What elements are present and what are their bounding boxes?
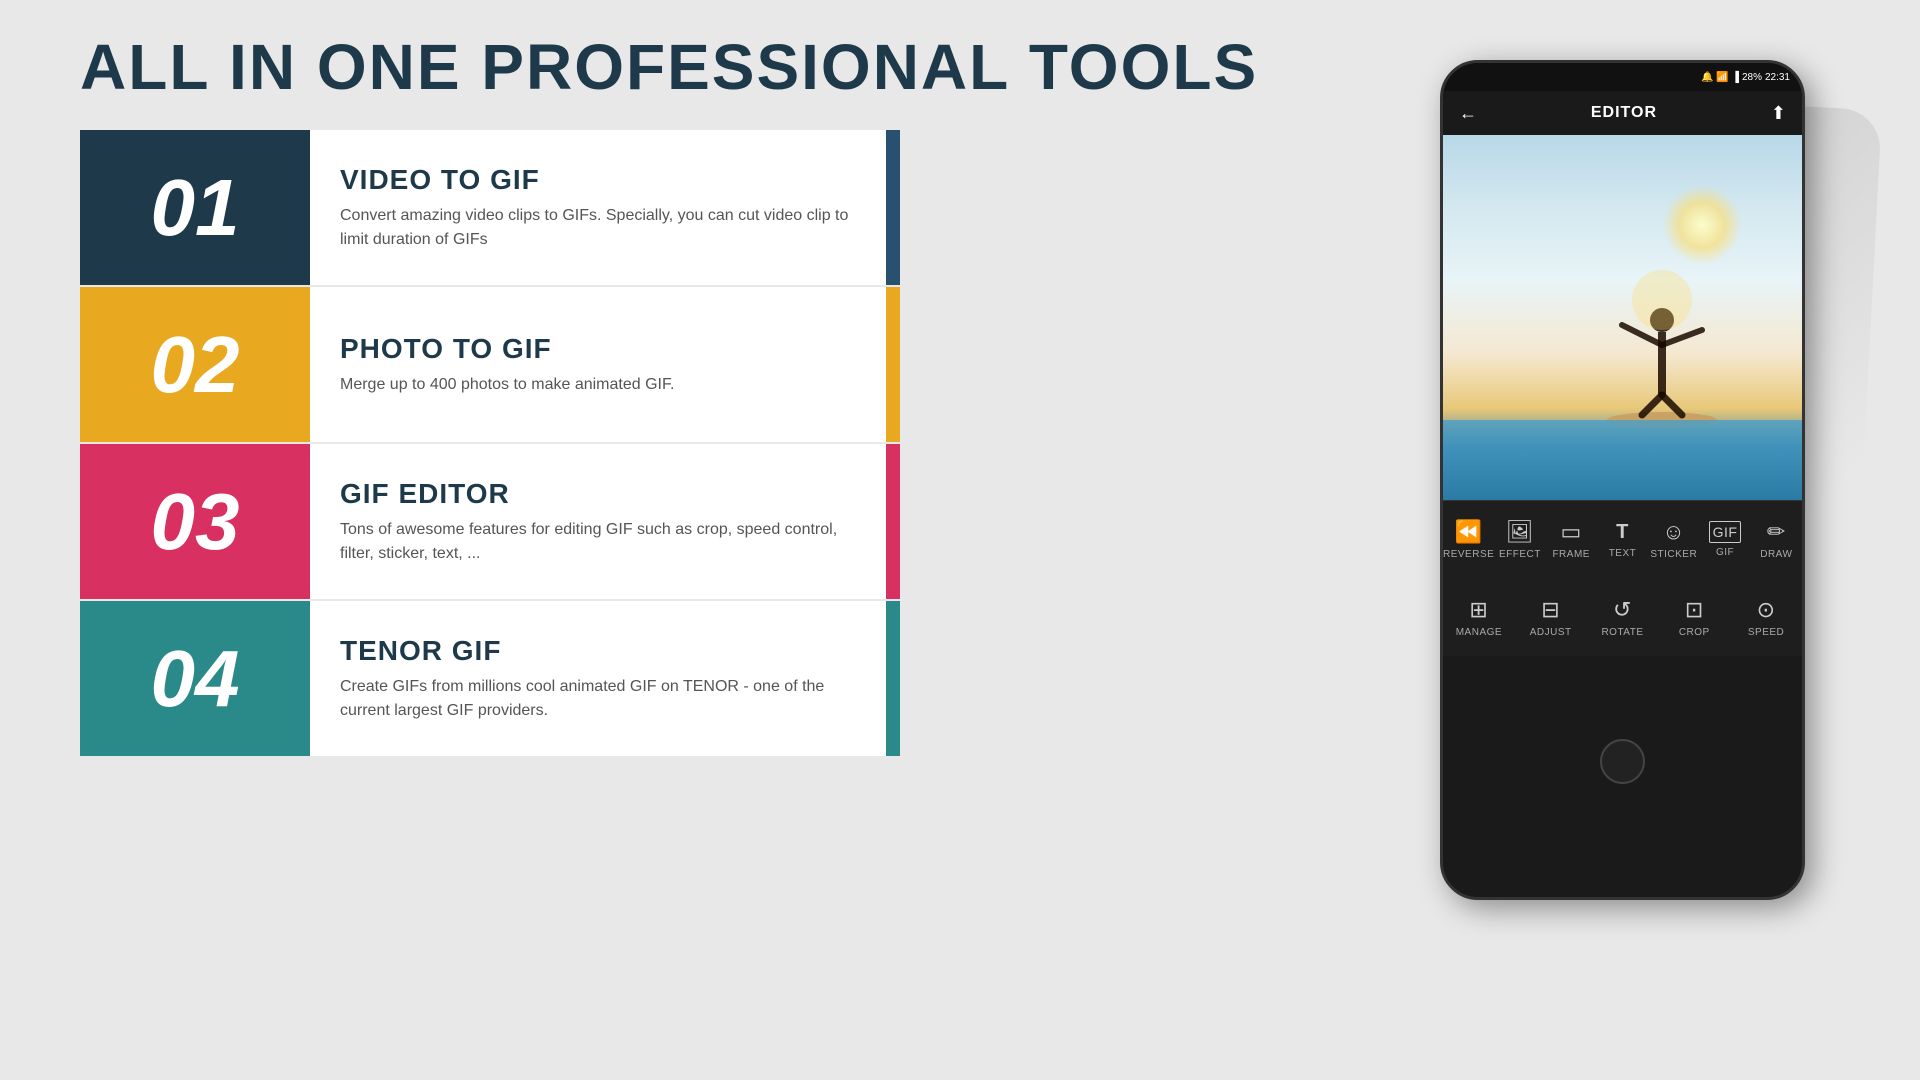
feature-number-3: 03	[151, 476, 240, 568]
manage-label: MANAGE	[1456, 627, 1502, 638]
feature-row-4: 04 TENOR GIF Create GIFs from millions c…	[80, 601, 900, 756]
toolbar-row-1: ⏪ REVERSE 🖼 EFFECT ▭ FRAME T TEXT ☺ STIC…	[1443, 500, 1802, 578]
feature-title-3: GIF EDITOR	[340, 478, 870, 510]
effect-icon: 🖼	[1506, 519, 1534, 545]
tool-reverse[interactable]: ⏪ REVERSE	[1444, 519, 1494, 560]
status-icons: 🔔 📶 ▐ 28% 22:31	[1701, 72, 1790, 83]
effect-label: EFFECT	[1499, 549, 1541, 560]
feature-title-4: TENOR GIF	[340, 635, 870, 667]
feature-number-box-4: 04	[80, 601, 310, 756]
feature-content-2: PHOTO TO GIF Merge up to 400 photos to m…	[310, 287, 900, 442]
wifi-icon: 📶	[1716, 72, 1728, 83]
manage-icon: ⊞	[1469, 597, 1488, 623]
feature-number-box-3: 03	[80, 444, 310, 599]
editor-title: EDITOR	[1591, 104, 1657, 122]
tool-gif[interactable]: GIF GIF	[1700, 521, 1750, 558]
feature-title-2: PHOTO TO GIF	[340, 333, 870, 365]
feature-content-1: VIDEO TO GIF Convert amazing video clips…	[310, 130, 900, 285]
alarm-icon: 🔔	[1701, 72, 1713, 83]
crop-label: CROP	[1679, 627, 1710, 638]
tool-manage[interactable]: ⊞ MANAGE	[1454, 597, 1504, 638]
editor-header: ← EDITOR ⬆	[1443, 91, 1802, 135]
draw-label: DRAW	[1760, 549, 1792, 560]
feature-accent-2	[886, 287, 900, 442]
feature-accent-1	[886, 130, 900, 285]
rotate-label: ROTATE	[1601, 627, 1643, 638]
feature-content-3: GIF EDITOR Tons of awesome features for …	[310, 444, 900, 599]
sticker-label: STICKER	[1650, 549, 1697, 560]
toolbar-row-2: ⊞ MANAGE ⊟ ADJUST ↺ ROTATE ⊡ CROP ⊙ SPEE…	[1443, 578, 1802, 656]
speed-label: SPEED	[1748, 627, 1784, 638]
feature-number-box-2: 02	[80, 287, 310, 442]
tool-draw[interactable]: ✏ DRAW	[1751, 519, 1801, 560]
feature-number-box-1: 01	[80, 130, 310, 285]
tool-frame[interactable]: ▭ FRAME	[1546, 519, 1596, 560]
status-bar: 🔔 📶 ▐ 28% 22:31	[1443, 63, 1802, 91]
text-icon: T	[1616, 521, 1629, 544]
back-button[interactable]: ←	[1459, 103, 1477, 124]
reverse-icon: ⏪	[1455, 519, 1483, 545]
ocean-wave	[1443, 420, 1802, 500]
time-label: 22:31	[1765, 72, 1790, 83]
surfer-image	[1602, 240, 1722, 440]
phone-body: 🔔 📶 ▐ 28% 22:31 ← EDITOR ⬆	[1440, 60, 1805, 900]
feature-desc-4: Create GIFs from millions cool animated …	[340, 675, 870, 723]
feature-title-1: VIDEO TO GIF	[340, 164, 870, 196]
feature-desc-3: Tons of awesome features for editing GIF…	[340, 518, 870, 566]
rotate-icon: ↺	[1613, 597, 1632, 623]
feature-content-4: TENOR GIF Create GIFs from millions cool…	[310, 601, 900, 756]
tool-speed[interactable]: ⊙ SPEED	[1741, 597, 1791, 638]
speed-icon: ⊙	[1757, 597, 1776, 623]
feature-accent-4	[886, 601, 900, 756]
feature-desc-1: Convert amazing video clips to GIFs. Spe…	[340, 204, 870, 252]
adjust-label: ADJUST	[1530, 627, 1572, 638]
feature-accent-3	[886, 444, 900, 599]
home-button-area	[1443, 736, 1802, 786]
tool-rotate[interactable]: ↺ ROTATE	[1597, 597, 1647, 638]
battery-label: 28%	[1742, 72, 1762, 83]
sticker-icon: ☺	[1662, 519, 1685, 545]
adjust-icon: ⊟	[1541, 597, 1560, 623]
gif-icon: GIF	[1709, 521, 1742, 543]
crop-icon: ⊡	[1685, 597, 1704, 623]
feature-number-1: 01	[151, 162, 240, 254]
phone-bottom-fill	[1443, 656, 1802, 736]
feature-row-3: 03 GIF EDITOR Tons of awesome features f…	[80, 444, 900, 599]
feature-desc-2: Merge up to 400 photos to make animated …	[340, 373, 870, 397]
editor-canvas	[1443, 135, 1802, 500]
tool-sticker[interactable]: ☺ STICKER	[1649, 519, 1699, 560]
text-label: TEXT	[1609, 548, 1637, 559]
tool-adjust[interactable]: ⊟ ADJUST	[1526, 597, 1576, 638]
features-list: 01 VIDEO TO GIF Convert amazing video cl…	[80, 130, 900, 758]
signal-icon: ▐	[1732, 72, 1739, 83]
phone-mockup: 🔔 📶 ▐ 28% 22:31 ← EDITOR ⬆	[1440, 60, 1860, 980]
reverse-label: REVERSE	[1443, 549, 1494, 560]
tool-crop[interactable]: ⊡ CROP	[1669, 597, 1719, 638]
upload-button[interactable]: ⬆	[1771, 103, 1786, 124]
tool-text[interactable]: T TEXT	[1597, 521, 1647, 559]
feature-row-1: 01 VIDEO TO GIF Convert amazing video cl…	[80, 130, 900, 285]
frame-label: FRAME	[1552, 549, 1590, 560]
feature-number-4: 04	[151, 633, 240, 725]
home-button[interactable]	[1600, 739, 1645, 784]
tool-effect[interactable]: 🖼 EFFECT	[1495, 519, 1545, 560]
page-title: ALL IN ONE PROFESSIONAL TOOLS	[80, 30, 1258, 104]
feature-number-2: 02	[151, 319, 240, 411]
gif-label: GIF	[1716, 547, 1734, 558]
draw-icon: ✏	[1767, 519, 1786, 545]
frame-icon: ▭	[1561, 519, 1582, 545]
feature-row-2: 02 PHOTO TO GIF Merge up to 400 photos t…	[80, 287, 900, 442]
